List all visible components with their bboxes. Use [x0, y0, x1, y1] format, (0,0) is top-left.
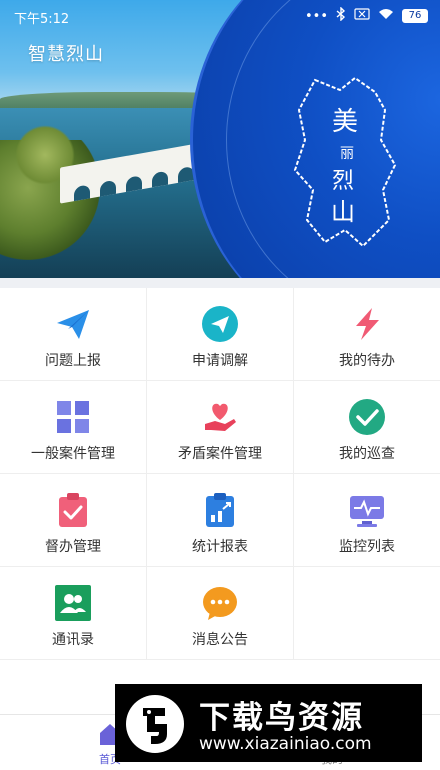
grid-item-general-cases[interactable]: 一般案件管理	[0, 381, 147, 474]
no-sim-icon	[354, 8, 370, 24]
grid-squares-icon	[57, 401, 89, 433]
watermark-title: 下载鸟资源	[199, 700, 364, 736]
grid-item-problem-report[interactable]: 问题上报	[0, 288, 147, 381]
grid-item-conflict-cases[interactable]: 矛盾案件管理	[147, 381, 294, 474]
grid-item-label: 我的待办	[339, 353, 395, 369]
grid-item-label: 一般案件管理	[31, 446, 115, 462]
grid-item-label: 矛盾案件管理	[178, 446, 262, 462]
grid-item-label: 申请调解	[192, 353, 248, 369]
clipboard-check-icon	[59, 493, 87, 527]
grid-row: 一般案件管理 矛盾案件管理 我的巡查	[0, 381, 440, 474]
grid-item-monitor-list[interactable]: 监控列表	[294, 474, 440, 567]
map-text-shan: 山	[331, 199, 355, 226]
grid-item-empty	[294, 567, 440, 660]
grid-item-my-patrol[interactable]: 我的巡查	[294, 381, 440, 474]
watermark-bird-logo	[126, 695, 184, 753]
map-text-mei: 美	[332, 107, 358, 136]
grid-row: 通讯录 消息公告	[0, 567, 440, 660]
grid-item-label: 督办管理	[45, 539, 101, 555]
grid-item-label: 消息公告	[192, 632, 248, 648]
chat-bubble-icon	[203, 587, 237, 620]
grid-item-supervision[interactable]: 督办管理	[0, 474, 147, 567]
send-circle-icon	[202, 306, 238, 342]
monitor-icon	[350, 496, 384, 527]
hero-banner: 美 丽 烈 山 智慧烈山	[0, 0, 440, 278]
more-dots-icon: •••	[304, 8, 328, 24]
grid-item-contacts[interactable]: 通讯录	[0, 567, 147, 660]
status-icons: ••• 76	[304, 6, 428, 25]
map-text-lie: 烈	[332, 168, 354, 193]
function-grid: 问题上报 申请调解 我的待办 一般案件管理 矛盾案件管理 我的巡查 督办管理 统…	[0, 288, 440, 660]
grid-item-label: 统计报表	[192, 539, 248, 555]
wifi-icon	[378, 8, 394, 24]
grid-item-label: 我的巡查	[339, 446, 395, 462]
grid-item-my-todo[interactable]: 我的待办	[294, 288, 440, 381]
grid-row: 问题上报 申请调解 我的待办	[0, 288, 440, 381]
status-time: 下午5:12	[14, 12, 70, 27]
paper-plane-icon	[57, 310, 89, 339]
grid-item-apply-mediation[interactable]: 申请调解	[147, 288, 294, 381]
map-text-li: 丽	[340, 147, 354, 162]
report-icon	[206, 493, 234, 527]
status-bar: 下午5:12 ••• 76	[0, 0, 440, 32]
battery-icon: 76	[402, 9, 428, 23]
grid-item-statistics[interactable]: 统计报表	[147, 474, 294, 567]
contacts-icon	[55, 585, 91, 621]
grid-item-label: 问题上报	[45, 353, 101, 369]
section-divider	[0, 278, 440, 288]
grid-item-label: 监控列表	[339, 539, 395, 555]
watermark-url: www.xiazainiao.com	[199, 734, 372, 754]
grid-row: 督办管理 统计报表 监控列表	[0, 474, 440, 567]
bluetooth-icon	[336, 6, 346, 25]
region-map-outline: 美 丽 烈 山	[293, 76, 397, 248]
grid-item-announcements[interactable]: 消息公告	[147, 567, 294, 660]
app-name: 智慧烈山	[28, 44, 104, 65]
heart-hand-icon	[205, 403, 236, 431]
check-circle-icon	[349, 399, 385, 435]
grid-item-label: 通讯录	[52, 632, 94, 648]
lightning-icon	[356, 308, 379, 340]
watermark-banner: 下载鸟资源 www.xiazainiao.com	[115, 684, 422, 762]
